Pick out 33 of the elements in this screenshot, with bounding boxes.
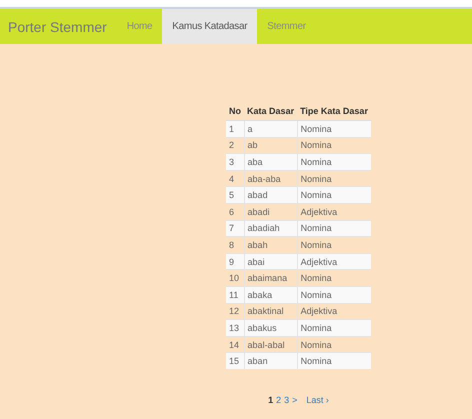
page-link[interactable]: 3 — [283, 394, 290, 405]
table-cell: Nomina — [297, 286, 371, 304]
table-cell: abakus — [244, 320, 298, 336]
table-cell: Nomina — [297, 352, 371, 369]
table-cell: abai — [244, 253, 298, 270]
table-cell: Nomina — [297, 186, 371, 204]
table-cell: 3 — [226, 154, 244, 170]
table-cell: Nomina — [297, 154, 371, 170]
table-cell: 9 — [226, 253, 244, 270]
nav-tab[interactable]: Kamus Katadasar — [162, 9, 258, 44]
nav-tab[interactable]: Stemmer — [257, 9, 316, 44]
table-cell: 7 — [226, 220, 244, 237]
table-cell: Nomina — [297, 320, 371, 336]
table-cell: Adjektiva — [297, 253, 371, 270]
table-cell: abad — [244, 186, 298, 204]
table-cell: 11 — [226, 286, 244, 304]
page-link[interactable]: > — [291, 394, 298, 405]
table-cell: 13 — [226, 320, 244, 336]
table-cell: abaka — [244, 286, 298, 304]
table-cell: aban — [244, 352, 298, 369]
nav-tab[interactable]: Home — [116, 9, 162, 44]
table-cell: Nomina — [297, 120, 371, 138]
table-cell: a — [244, 120, 298, 138]
table-cell: Nomina — [297, 220, 371, 237]
table-cell: abadiah — [244, 220, 298, 237]
table-cell: 5 — [226, 186, 244, 204]
brand-title[interactable]: Porter Stemmer — [0, 9, 117, 44]
table-cell: aba — [244, 154, 298, 170]
page-link[interactable]: 2 — [275, 394, 282, 405]
page-link[interactable]: 1 — [267, 394, 274, 405]
table-cell: 15 — [226, 352, 244, 369]
page-link[interactable]: Last › — [305, 394, 330, 405]
table-cell: 1 — [226, 120, 244, 138]
